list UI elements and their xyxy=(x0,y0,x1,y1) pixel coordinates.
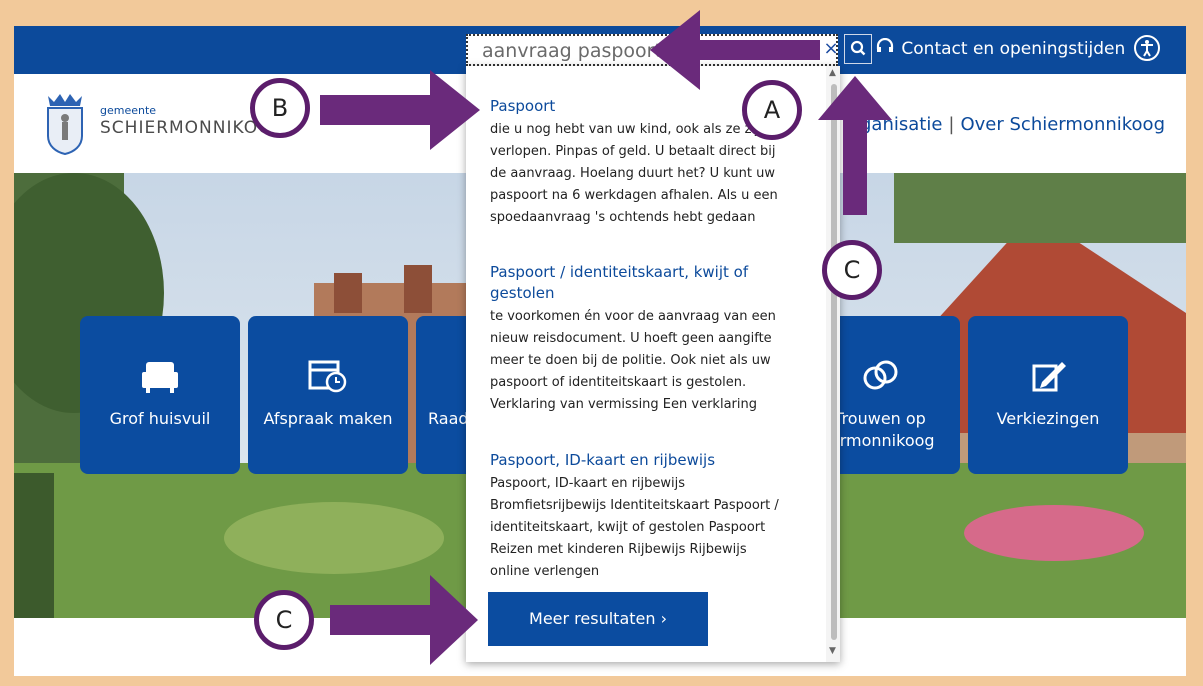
search-button[interactable] xyxy=(844,34,872,64)
scroll-up-icon[interactable]: ▲ xyxy=(829,68,836,78)
tile-label: Afspraak maken xyxy=(263,409,393,428)
ballot-pen-icon xyxy=(968,358,1128,403)
headset-icon xyxy=(874,37,896,59)
annotation-label-b: B xyxy=(250,78,310,138)
tile-grof-huisvuil[interactable]: Grof huisvuil xyxy=(80,316,240,474)
result-snippet: te voorkomen én voor de aanvraag van een… xyxy=(490,309,776,412)
tile-label: Verkiezingen xyxy=(996,409,1100,428)
calendar-clock-icon xyxy=(248,358,408,403)
more-results-button[interactable]: Meer resultaten › xyxy=(488,592,708,646)
tile-verkiezingen[interactable]: Verkiezingen xyxy=(968,316,1128,474)
result-snippet: die u nog hebt van uw kind, ook als ze z… xyxy=(490,122,778,225)
armchair-icon xyxy=(80,358,240,403)
result-snippet: Paspoort, ID-kaart en rijbewijs Bromfiet… xyxy=(490,476,779,579)
accessibility-icon[interactable] xyxy=(1134,35,1160,61)
browser-frame: aanvraag paspoort × Contact en openingst… xyxy=(14,26,1186,676)
nav-item-over-schiermonnikoog[interactable]: Over Schiermonnikoog xyxy=(960,114,1165,135)
main-nav: ganisatie | Over Schiermonnikoog xyxy=(860,114,1165,135)
search-suggestions-dropdown: ▲ ▼ Paspoort die u nog hebt van uw kind,… xyxy=(466,66,840,662)
annotation-label-a: A xyxy=(742,80,802,140)
logo-text-small: gemeente xyxy=(100,104,157,117)
search-icon xyxy=(850,40,866,56)
annotation-label-c: C xyxy=(822,240,882,300)
tile-label: Grof huisvuil xyxy=(109,409,211,428)
contact-label: Contact en openingstijden xyxy=(901,39,1126,59)
search-result[interactable]: Paspoort / identiteitskaart, kwijt of ge… xyxy=(490,262,790,416)
tile-afspraak-maken[interactable]: Afspraak maken xyxy=(248,316,408,474)
result-title[interactable]: Paspoort / identiteitskaart, kwijt of ge… xyxy=(490,262,790,304)
municipality-logo[interactable] xyxy=(42,92,88,156)
scroll-down-icon[interactable]: ▼ xyxy=(829,646,836,656)
clear-search-icon[interactable]: × xyxy=(822,38,840,60)
nav-item-organisatie[interactable]: ganisatie xyxy=(860,114,942,135)
search-result[interactable]: Paspoort, ID-kaart en rijbewijs Paspoort… xyxy=(490,450,790,583)
nav-separator: | xyxy=(948,114,955,135)
scrollbar-thumb[interactable] xyxy=(831,84,837,640)
contact-link[interactable]: Contact en openingstijden xyxy=(874,37,1126,59)
search-input-value: aanvraag paspoort xyxy=(482,40,662,62)
annotation-label-c: C xyxy=(254,590,314,650)
search-input[interactable]: aanvraag paspoort xyxy=(466,34,838,66)
result-title[interactable]: Paspoort, ID-kaart en rijbewijs xyxy=(490,450,790,471)
